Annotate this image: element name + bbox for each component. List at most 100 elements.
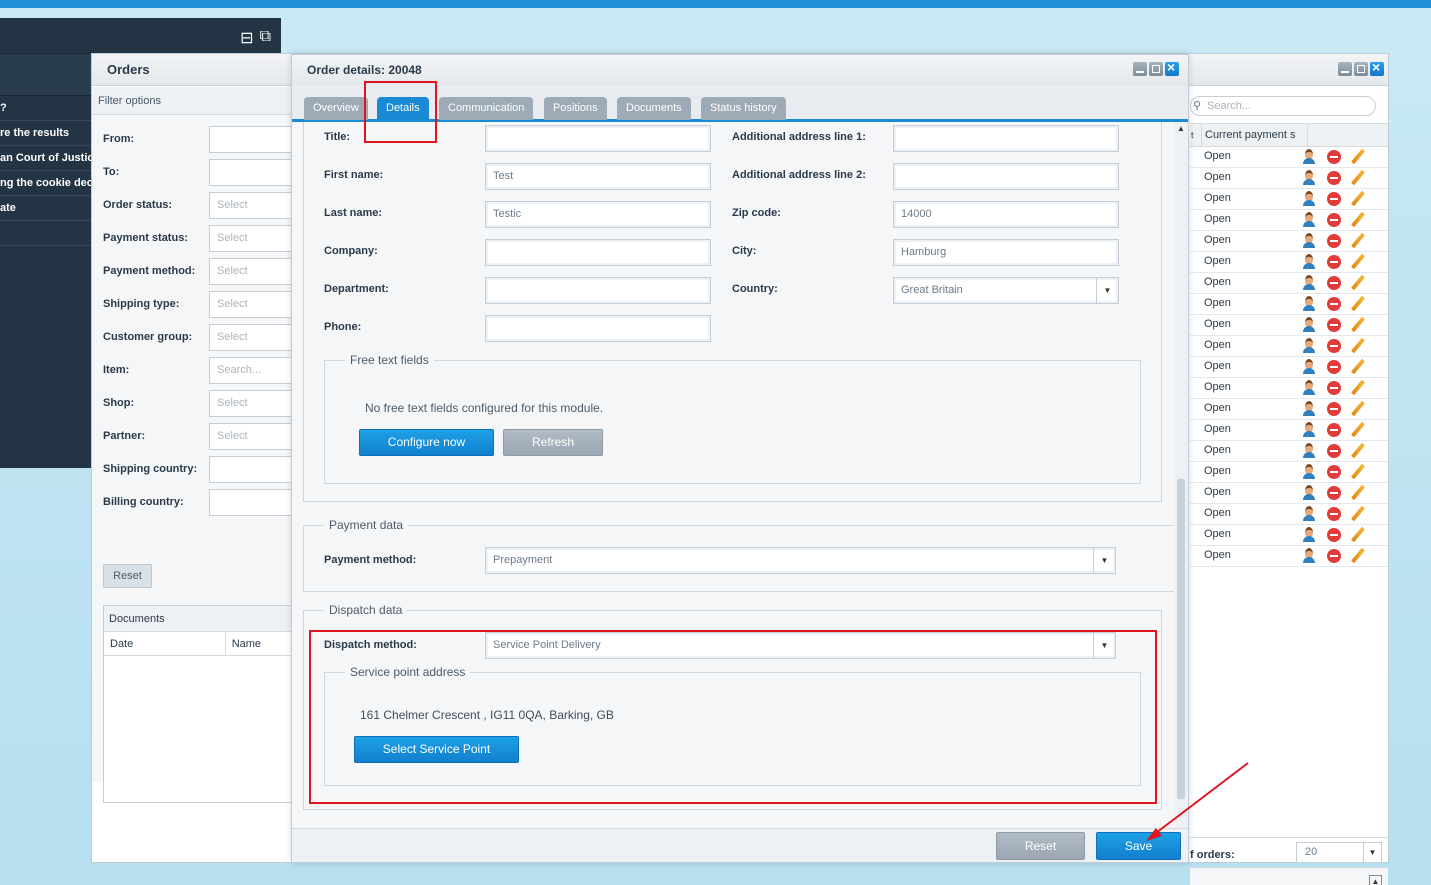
tab-overview[interactable]: Overview xyxy=(304,97,368,120)
edit-icon[interactable] xyxy=(1350,548,1366,564)
shop-select[interactable]: Select xyxy=(209,390,294,417)
minimize-icon[interactable] xyxy=(1338,62,1352,76)
table-row[interactable]: Open xyxy=(1190,378,1388,399)
delete-icon[interactable] xyxy=(1327,528,1341,542)
title-input[interactable] xyxy=(485,125,711,152)
delete-icon[interactable] xyxy=(1327,381,1341,395)
customer-icon[interactable] xyxy=(1302,170,1316,186)
edit-icon[interactable] xyxy=(1350,296,1366,312)
edit-icon[interactable] xyxy=(1350,485,1366,501)
customer-icon[interactable] xyxy=(1302,338,1316,354)
filter-options-header[interactable]: Filter options xyxy=(92,87,291,115)
tab-positions[interactable]: Positions xyxy=(544,97,607,120)
edit-icon[interactable] xyxy=(1350,464,1366,480)
customer-icon[interactable] xyxy=(1302,464,1316,480)
delete-icon[interactable] xyxy=(1327,297,1341,311)
customer-icon[interactable] xyxy=(1302,401,1316,417)
external-link-icon[interactable]: ⧉ xyxy=(260,28,271,48)
maximize-icon[interactable] xyxy=(1354,62,1368,76)
delete-icon[interactable] xyxy=(1327,507,1341,521)
edit-icon[interactable] xyxy=(1350,401,1366,417)
edit-icon[interactable] xyxy=(1350,170,1366,186)
save-button[interactable]: Save xyxy=(1096,832,1181,860)
menu-item[interactable]: re the results xyxy=(0,121,91,146)
customer-icon[interactable] xyxy=(1302,254,1316,270)
customer-icon[interactable] xyxy=(1302,506,1316,522)
table-row[interactable]: Open xyxy=(1190,294,1388,315)
address-line-1-input[interactable] xyxy=(893,125,1119,152)
address-line-2-input[interactable] xyxy=(893,163,1119,190)
configure-now-button[interactable]: Configure now xyxy=(359,429,494,456)
menu-item[interactable]: an Court of Justic xyxy=(0,146,91,171)
edit-icon[interactable] xyxy=(1350,338,1366,354)
reset-button[interactable]: Reset xyxy=(996,832,1085,860)
scrollbar-thumb[interactable] xyxy=(1177,479,1185,799)
delete-icon[interactable] xyxy=(1327,465,1341,479)
partner-select[interactable]: Select xyxy=(209,423,294,450)
from-date-field[interactable] xyxy=(209,126,294,153)
department-input[interactable] xyxy=(485,277,711,304)
last-name-input[interactable]: Testic xyxy=(485,201,711,228)
customer-icon[interactable] xyxy=(1302,212,1316,228)
orders-search-input[interactable]: ⚲ Search... xyxy=(1190,96,1376,116)
customer-group-select[interactable]: Select xyxy=(209,324,294,351)
first-name-input[interactable]: Test xyxy=(485,163,711,190)
delete-icon[interactable] xyxy=(1327,192,1341,206)
customer-icon[interactable] xyxy=(1302,380,1316,396)
customer-icon[interactable] xyxy=(1302,317,1316,333)
column-header-payment-status[interactable]: Current payment s xyxy=(1202,124,1308,146)
table-row[interactable]: Open xyxy=(1190,147,1388,168)
customer-icon[interactable] xyxy=(1302,527,1316,543)
country-select[interactable]: Great Britain ▼ xyxy=(893,277,1119,304)
customer-icon[interactable] xyxy=(1302,149,1316,165)
customer-icon[interactable] xyxy=(1302,548,1316,564)
table-row[interactable]: Open xyxy=(1190,420,1388,441)
shipping-type-select[interactable]: Select xyxy=(209,291,294,318)
menu-item[interactable]: ng the cookie dec xyxy=(0,171,91,196)
scroll-up-icon[interactable]: ▲ xyxy=(1177,124,1185,133)
customer-icon[interactable] xyxy=(1302,422,1316,438)
menu-item[interactable]: ate xyxy=(0,196,91,221)
edit-icon[interactable] xyxy=(1350,149,1366,165)
column-header-date[interactable]: Date xyxy=(104,632,226,655)
customer-icon[interactable] xyxy=(1302,443,1316,459)
dispatch-method-select[interactable]: Service Point Delivery ▼ xyxy=(485,632,1116,659)
delete-icon[interactable] xyxy=(1327,444,1341,458)
zip-code-input[interactable]: 14000 xyxy=(893,201,1119,228)
table-row[interactable]: Open xyxy=(1190,525,1388,546)
table-row[interactable]: Open xyxy=(1190,462,1388,483)
city-input[interactable]: Hamburg xyxy=(893,239,1119,266)
delete-icon[interactable] xyxy=(1327,318,1341,332)
table-row[interactable]: Open xyxy=(1190,189,1388,210)
table-row[interactable]: Open xyxy=(1190,252,1388,273)
shipping-country-select[interactable] xyxy=(209,456,294,483)
delete-icon[interactable] xyxy=(1327,171,1341,185)
refresh-button[interactable]: Refresh xyxy=(503,429,603,456)
billing-country-select[interactable] xyxy=(209,489,294,516)
edit-icon[interactable] xyxy=(1350,212,1366,228)
details-scrollbar[interactable]: ▲ xyxy=(1174,122,1188,828)
delete-icon[interactable] xyxy=(1327,423,1341,437)
phone-input[interactable] xyxy=(485,315,711,342)
delete-icon[interactable] xyxy=(1327,255,1341,269)
edit-icon[interactable] xyxy=(1350,422,1366,438)
table-row[interactable]: Open xyxy=(1190,315,1388,336)
customer-icon[interactable] xyxy=(1302,191,1316,207)
edit-icon[interactable] xyxy=(1350,233,1366,249)
to-date-field[interactable] xyxy=(209,159,294,186)
table-row[interactable]: Open xyxy=(1190,273,1388,294)
column-header-name[interactable]: Name xyxy=(226,632,292,655)
delete-icon[interactable] xyxy=(1327,150,1341,164)
delete-icon[interactable] xyxy=(1327,276,1341,290)
collapse-icon[interactable]: ⊟ xyxy=(240,28,253,48)
column-header-status-truncated[interactable]: t xyxy=(1190,124,1202,146)
delete-icon[interactable] xyxy=(1327,234,1341,248)
tab-documents[interactable]: Documents xyxy=(617,97,691,120)
edit-icon[interactable] xyxy=(1350,380,1366,396)
order-status-select[interactable]: Select xyxy=(209,192,294,219)
orders-per-page-select[interactable]: 20 ▼ xyxy=(1296,842,1382,863)
tab-details[interactable]: Details xyxy=(377,97,429,120)
customer-icon[interactable] xyxy=(1302,485,1316,501)
edit-icon[interactable] xyxy=(1350,191,1366,207)
filter-reset-button[interactable]: Reset xyxy=(103,564,152,588)
